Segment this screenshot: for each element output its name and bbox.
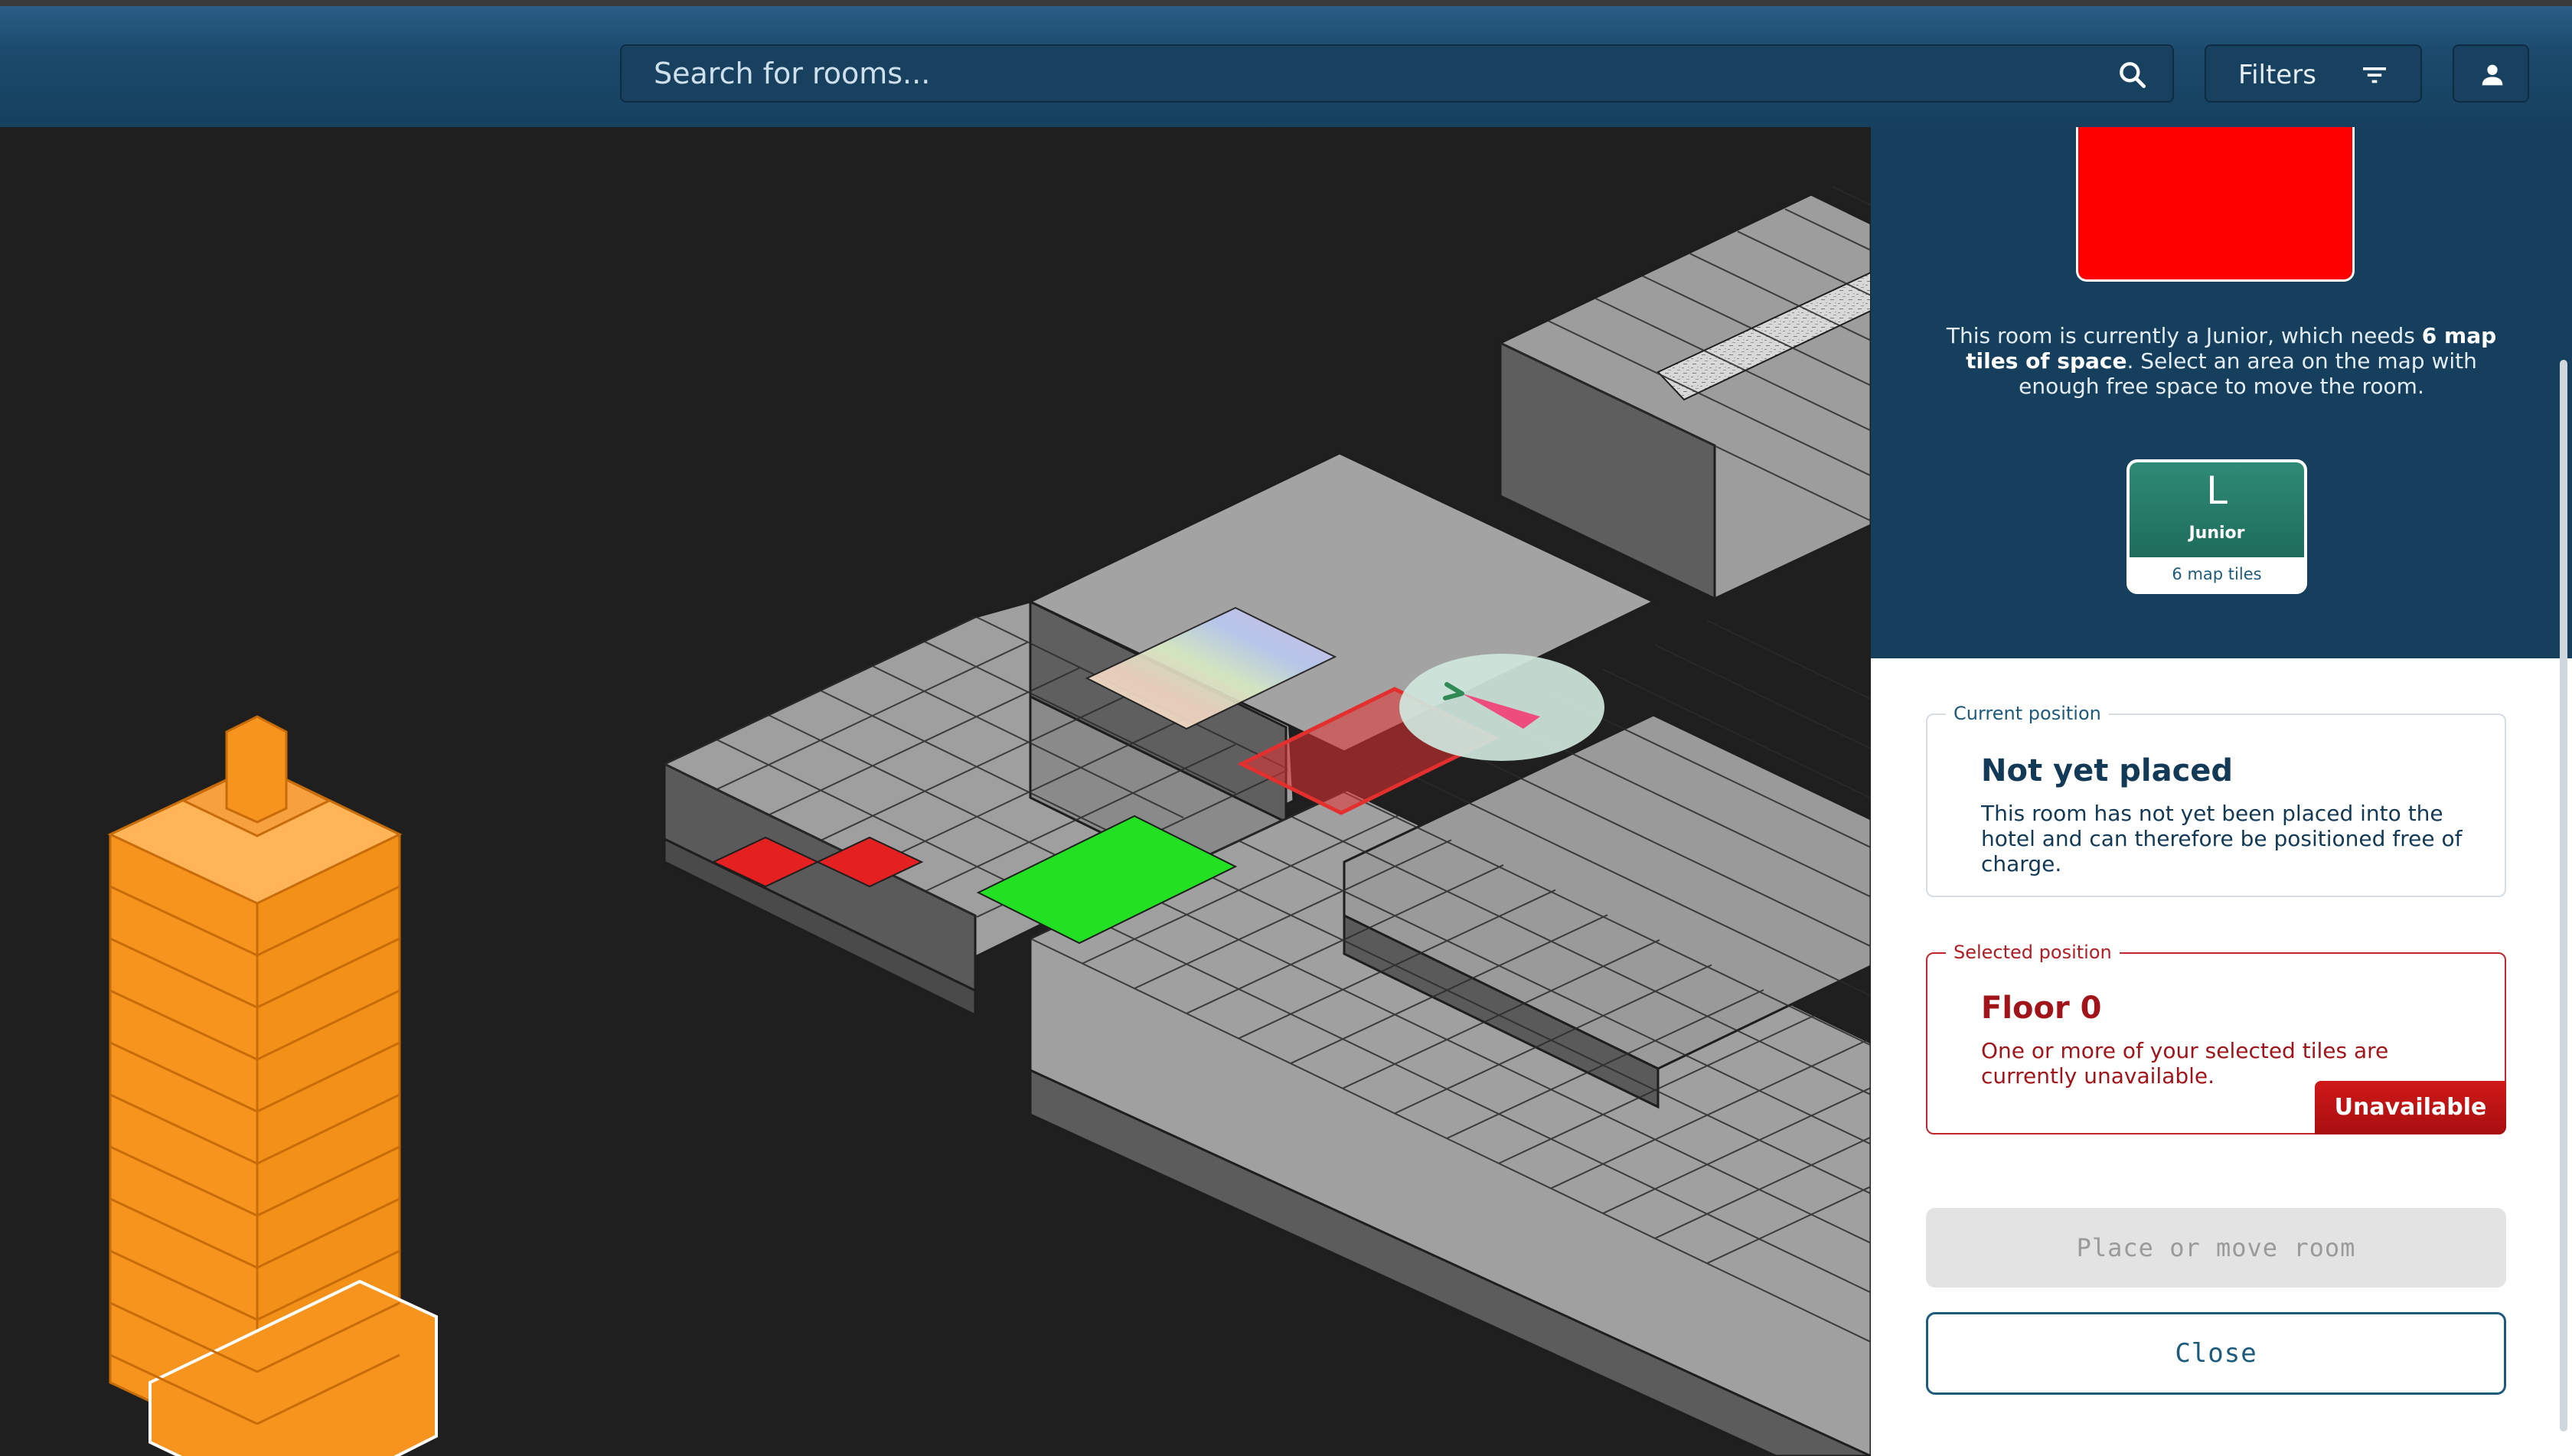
room-description: This room is currently a Junior, which n… [1924,323,2518,399]
carrot-room-marker[interactable] [1399,654,1604,761]
current-position-legend: Current position [1946,703,2109,724]
account-button[interactable] [2453,44,2529,103]
hotel-map-canvas[interactable] [0,127,1871,1456]
filters-label: Filters [2238,60,2316,90]
room-info-header: This room is currently a Junior, which n… [1871,127,2572,658]
search-icon[interactable] [2116,58,2149,92]
room-size-letter: L [2206,468,2228,513]
room-type-card: L Junior 6 map tiles [2126,459,2307,594]
room-preview-swatch [2076,127,2355,282]
hotel-tower-icon [107,715,438,1456]
room-type-card-header: L Junior [2130,462,2304,557]
upper-terrace [1499,193,1871,601]
current-position-body: This room has not yet been placed into t… [1981,801,2463,877]
hotel-map[interactable] [0,127,1871,1456]
room-tile-count: 6 map tiles [2172,565,2262,583]
current-position-title: Not yet placed [1981,753,2234,788]
search-placeholder: Search for rooms... [654,57,931,90]
selected-position-legend: Selected position [1946,942,2120,963]
description-text: This room is currently a Junior, which n… [1946,323,2422,348]
place-room-button[interactable]: Place or move room [1926,1208,2506,1288]
room-type-label: Junior [2188,524,2245,543]
filters-button[interactable]: Filters [2205,44,2422,103]
top-bar: Search for rooms... Filters [0,0,2572,127]
unavailable-badge: Unavailable [2315,1081,2506,1134]
current-position-box: Current position Not yet placed This roo… [1926,703,2506,897]
user-icon [2482,64,2503,86]
room-placement-panel: This room is currently a Junior, which n… [1871,127,2572,1456]
selected-position-title: Floor 0 [1981,991,2102,1026]
panel-scrollbar[interactable] [2560,360,2567,1432]
filter-icon [2363,67,2386,83]
search-input[interactable]: Search for rooms... [620,44,2174,103]
selected-position-box: Selected position Floor 0 One or more of… [1926,942,2506,1134]
close-button[interactable]: Close [1926,1312,2506,1395]
